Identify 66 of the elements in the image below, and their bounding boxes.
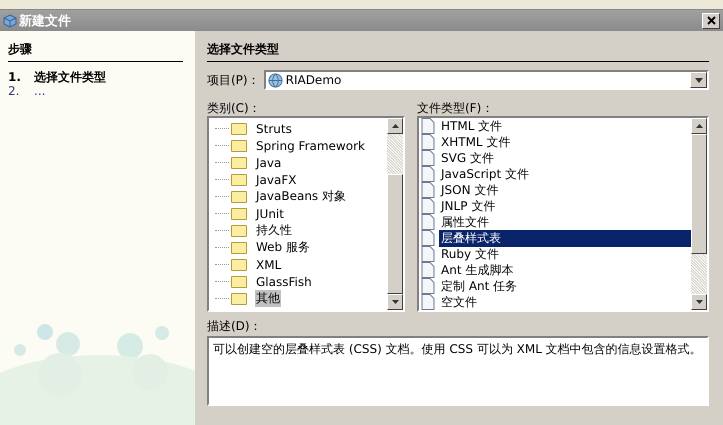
file-type-item[interactable]: SVG 文件 xyxy=(419,150,691,166)
up-arrow-icon[interactable] xyxy=(392,124,398,128)
file-type-item[interactable]: XHTML 文件 xyxy=(419,134,691,150)
file-icon xyxy=(421,166,435,182)
category-item[interactable]: Spring Framework xyxy=(209,137,387,154)
file-icon xyxy=(421,214,435,230)
file-type-item[interactable]: JavaScript 文件 xyxy=(419,166,691,182)
category-item[interactable]: 持久性 xyxy=(209,222,387,239)
folder-icon xyxy=(231,208,247,220)
folder-icon xyxy=(231,190,247,202)
window-title: 新建文件 xyxy=(19,12,71,30)
description-text: 可以创建空的层叠样式表 (CSS) 文档。使用 CSS 可以为 XML 文档中包含的信息设置格式。 xyxy=(207,336,709,406)
down-arrow-icon[interactable] xyxy=(696,300,702,304)
scrollbar-thumb[interactable] xyxy=(387,174,403,294)
folder-icon xyxy=(231,258,247,270)
file-type-item[interactable]: JNLP 文件 xyxy=(419,198,691,214)
folder-icon xyxy=(231,122,247,134)
folder-icon xyxy=(231,292,247,304)
category-item[interactable]: Java xyxy=(209,154,387,171)
file-type-item[interactable]: Ant 生成脚本 xyxy=(419,262,691,278)
scrollbar[interactable] xyxy=(387,118,403,310)
file-type-item[interactable]: JSON 文件 xyxy=(419,182,691,198)
category-item[interactable]: JUnit xyxy=(209,205,387,222)
file-icon xyxy=(421,134,435,150)
project-label: 项目(P)： xyxy=(207,72,260,88)
project-dropdown[interactable]: RIADemo xyxy=(264,70,709,90)
file-type-item[interactable]: 空文件 xyxy=(419,294,691,310)
category-item[interactable]: JavaFX xyxy=(209,171,387,188)
step-item: 1. 选择文件类型 xyxy=(8,70,107,84)
down-arrow-icon[interactable] xyxy=(392,300,398,304)
file-icon xyxy=(421,198,435,214)
file-icon xyxy=(421,230,435,246)
folder-icon xyxy=(231,156,247,168)
folder-icon xyxy=(231,174,247,186)
category-item[interactable]: JavaBeans 对象 xyxy=(209,188,387,205)
folder-icon xyxy=(231,224,247,236)
file-icon xyxy=(421,246,435,262)
category-item[interactable]: Struts xyxy=(209,120,387,137)
close-button[interactable] xyxy=(702,12,720,28)
step-item: 2. ... xyxy=(8,84,46,98)
category-item[interactable]: XML xyxy=(209,256,387,273)
file-type-item[interactable]: 属性文件 xyxy=(419,214,691,230)
file-icon xyxy=(421,182,435,198)
close-icon xyxy=(706,16,716,25)
file-type-item[interactable]: Ruby 文件 xyxy=(419,246,691,262)
file-type-item[interactable]: HTML 文件 xyxy=(419,118,691,134)
categories-label: 类别(C)： xyxy=(207,100,262,116)
panel-heading: 选择文件类型 xyxy=(207,41,709,62)
steps-heading: 步骤 xyxy=(8,41,183,62)
file-icon xyxy=(421,150,435,166)
folder-icon xyxy=(231,242,247,254)
cube-icon xyxy=(3,14,17,28)
folder-icon xyxy=(231,276,247,288)
scrollbar-thumb[interactable] xyxy=(691,134,707,254)
category-item[interactable]: Web 服务 xyxy=(209,239,387,256)
file-icon xyxy=(421,262,435,278)
category-item[interactable]: GlassFish xyxy=(209,273,387,290)
folder-icon xyxy=(231,140,247,152)
up-arrow-icon[interactable] xyxy=(696,124,702,128)
category-item[interactable]: 其他 xyxy=(209,290,387,307)
file-type-item[interactable]: 定制 Ant 任务 xyxy=(419,278,691,294)
file-types-label: 文件类型(F)： xyxy=(417,100,494,116)
scrollbar[interactable] xyxy=(691,118,707,310)
globe-icon xyxy=(268,72,283,88)
description-label: 描述(D)： xyxy=(207,318,263,334)
file-icon xyxy=(421,278,435,294)
